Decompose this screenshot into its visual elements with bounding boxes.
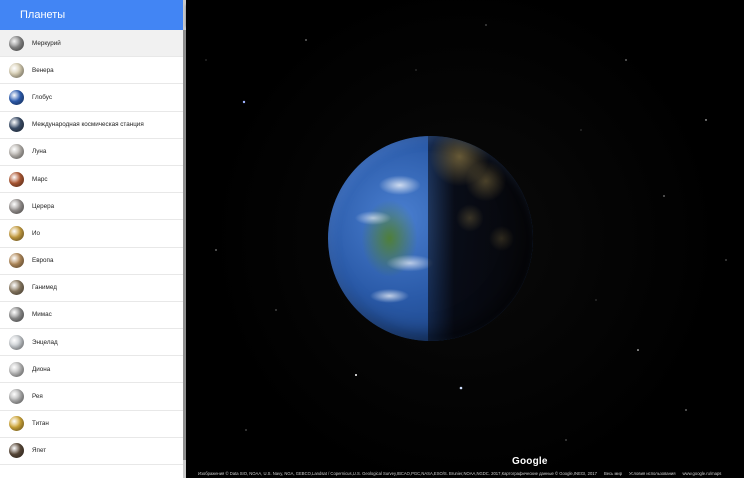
globe-shading (328, 136, 533, 341)
planet-item[interactable]: Церера (0, 193, 183, 221)
space-map-view[interactable]: Google Изображения © Data SIO, NOAA, U.S… (186, 0, 744, 478)
europa-icon (9, 253, 24, 269)
planet-item[interactable]: Венера (0, 57, 183, 85)
planet-item[interactable]: Европа (0, 248, 183, 275)
terms-link[interactable]: Условия использования (629, 471, 675, 476)
planet-item[interactable]: Диона (0, 356, 183, 384)
planet-item[interactable]: Ио (0, 220, 183, 248)
planet-label: Луна (32, 148, 47, 156)
planet-label: Глобус (32, 93, 52, 101)
venus-icon (9, 62, 24, 78)
planet-item[interactable]: Ганимед (0, 275, 183, 302)
world-link[interactable]: Весь мир (604, 471, 622, 476)
iss-icon (9, 117, 24, 133)
planet-item[interactable]: Луна (0, 139, 183, 166)
planet-item[interactable]: Титан (0, 411, 183, 438)
ganymede-icon (9, 280, 24, 296)
planet-label: Церера (32, 202, 55, 210)
google-logo: Google (512, 456, 548, 467)
planet-label: Меркурий (32, 39, 61, 47)
planet-item[interactable]: Глобус (0, 84, 183, 112)
planet-label: Мимас (32, 311, 52, 319)
iapetus-icon (9, 443, 24, 459)
mars-icon (9, 171, 24, 187)
planet-item[interactable]: Международная космическая станция (0, 112, 183, 139)
maps-url-link[interactable]: www.google.ru/maps (683, 471, 722, 476)
planet-label: Международная космическая станция (32, 121, 144, 129)
planet-label: Япет (32, 447, 47, 455)
planet-label: Европа (32, 257, 54, 265)
mimas-icon (9, 307, 24, 323)
planet-item[interactable]: Марс (0, 166, 183, 194)
planet-item[interactable]: Меркурий (0, 30, 183, 58)
planets-sidebar: Планеты Меркурий Венера Глобус Международна… (0, 0, 183, 478)
planet-label: Ганимед (32, 284, 57, 292)
planet-list: Меркурий Венера Глобус Международная космич… (0, 30, 183, 465)
mercury-icon (9, 35, 24, 51)
ceres-icon (9, 198, 24, 214)
io-icon (9, 225, 24, 241)
earth-icon (9, 89, 24, 105)
planet-label: Титан (32, 420, 49, 428)
planet-label: Марс (32, 175, 48, 183)
planet-label: Энцелад (32, 338, 58, 346)
planet-item[interactable]: Мимас (0, 302, 183, 330)
sidebar-title: Планеты (0, 0, 183, 30)
planet-label: Рея (32, 393, 43, 401)
dione-icon (9, 361, 24, 377)
planet-item[interactable]: Япет (0, 438, 183, 465)
moon-icon (9, 144, 24, 160)
titan-icon (9, 416, 24, 432)
planet-item[interactable]: Рея (0, 383, 183, 411)
planet-label: Ио (32, 229, 41, 237)
earth-globe[interactable] (328, 136, 533, 341)
rhea-icon (9, 389, 24, 405)
planet-label: Диона (32, 365, 51, 373)
enceladus-icon (9, 334, 24, 350)
imagery-attribution: Изображения © Data SIO, NOAA, U.S. Navy,… (198, 471, 597, 476)
map-attribution-bar: Изображения © Data SIO, NOAA, U.S. Navy,… (198, 471, 744, 476)
planet-label: Венера (32, 66, 54, 74)
planet-item[interactable]: Энцелад (0, 329, 183, 357)
